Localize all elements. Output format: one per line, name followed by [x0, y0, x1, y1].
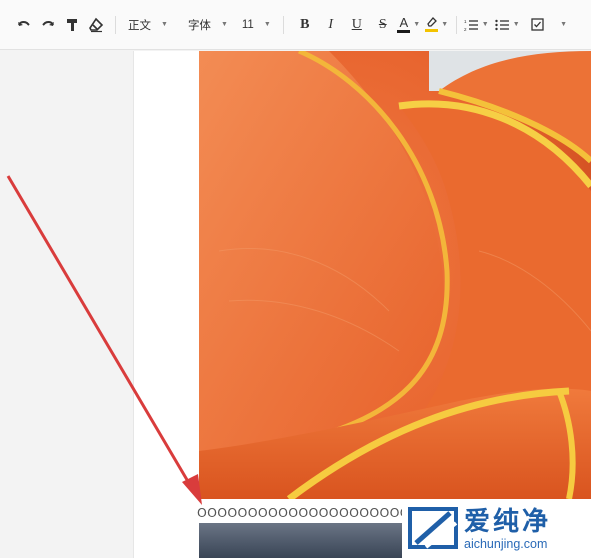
caret-down-icon: ▼ [263, 21, 271, 28]
paragraph-style-select[interactable]: 正文 ▼ [123, 12, 173, 38]
highlight-swatch [425, 29, 439, 32]
italic-button[interactable]: I [319, 12, 343, 38]
toolbar-divider [455, 15, 457, 34]
caret-down-icon: ▼ [161, 21, 168, 28]
left-margin-area [0, 51, 133, 558]
bulleted-list-icon [495, 19, 509, 30]
site-watermark: 爱纯净 aichunjing.com [402, 500, 591, 558]
toolbar-divider [282, 15, 284, 34]
caret-down-icon: ▼ [220, 21, 228, 28]
italic-label: I [328, 16, 334, 32]
second-image-preview[interactable] [199, 523, 414, 558]
caret-down-icon: ▼ [512, 21, 520, 28]
watermark-chinese: 爱纯净 [464, 507, 552, 537]
paint-format-button[interactable] [60, 12, 84, 38]
inserted-image[interactable] [199, 51, 591, 499]
clear-format-icon [89, 17, 104, 32]
redo-icon [42, 20, 54, 26]
bold-button[interactable]: B [293, 12, 317, 38]
numbered-list-icon: 12 [464, 19, 478, 32]
clear-format-button[interactable] [84, 12, 108, 38]
paint-format-icon [67, 18, 77, 31]
undo-button[interactable] [12, 12, 36, 38]
redo-button[interactable] [36, 12, 60, 38]
text-color-swatch [397, 30, 411, 33]
formatting-toolbar: 正文 ▼ 字体 ▼ 11 ▼ B I U S A ▼ ▼ 1 2 ▼ ▼ ▼ [0, 0, 591, 50]
numbered-list-button[interactable]: 12 ▼ [464, 12, 489, 38]
strikethrough-label: S [378, 16, 387, 32]
app-window: 正文 ▼ 字体 ▼ 11 ▼ B I U S A ▼ ▼ 1 2 ▼ ▼ ▼ O… [0, 0, 591, 558]
highlight-color-button[interactable]: ▼ [425, 12, 449, 38]
toolbar-divider [115, 15, 116, 34]
svg-text:2: 2 [464, 27, 467, 32]
bold-label: B [300, 16, 310, 32]
highlight-icon [425, 17, 439, 32]
paragraph-style-value: 正文 [128, 19, 151, 32]
font-size-value: 11 [241, 18, 254, 31]
more-button[interactable]: ▼ [552, 12, 576, 38]
watermark-text: 爱纯净 aichunjing.com [464, 507, 551, 551]
font-family-value: 字体 [187, 19, 211, 32]
text-color-label: A [399, 15, 409, 30]
caret-down-icon: ▼ [481, 21, 489, 28]
underline-label: U [351, 16, 362, 32]
svg-text:1: 1 [464, 19, 467, 24]
text-color-icon: A [397, 15, 411, 33]
watermark-logo-icon [408, 507, 458, 549]
caret-down-icon: ▼ [441, 21, 449, 28]
strikethrough-button[interactable]: S [371, 12, 395, 38]
bulleted-list-button[interactable]: ▼ [495, 12, 520, 38]
watermark-url: aichunjing.com [464, 537, 548, 551]
checklist-button[interactable] [526, 12, 550, 38]
undo-icon [18, 20, 30, 26]
document-text-line[interactable]: OOOOOOOOOOOOOOOOOOOOOO [197, 505, 420, 520]
font-family-select[interactable]: 字体 ▼ [183, 12, 233, 38]
caret-down-icon: ▼ [560, 21, 568, 28]
text-color-button[interactable]: A ▼ [397, 12, 421, 38]
font-size-select[interactable]: 11 ▼ [237, 12, 276, 38]
caret-down-icon: ▼ [413, 21, 421, 28]
underline-button[interactable]: U [345, 12, 369, 38]
checklist-icon [531, 18, 544, 31]
